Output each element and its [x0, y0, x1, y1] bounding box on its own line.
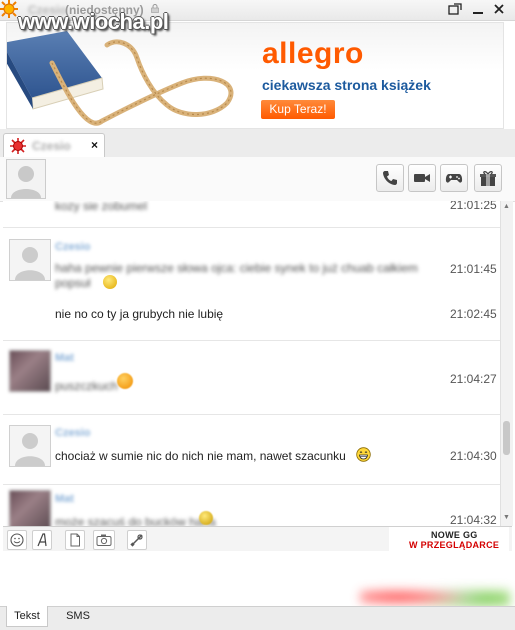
laughing-smiley-icon [356, 447, 371, 462]
promo-banner[interactable]: NOWE GG W PRZEGLĄDARCE [389, 527, 509, 551]
voice-call-button[interactable] [376, 164, 404, 192]
phone-icon [383, 171, 397, 185]
input-toolbar: NOWE GG W PRZEGLĄDARCE [3, 526, 512, 552]
message-time: 21:04:30 [450, 449, 497, 463]
minimize-button[interactable] [470, 3, 486, 17]
message-text: chociaż w sumie nic do nich nie mam, naw… [55, 449, 346, 463]
video-call-button[interactable] [408, 164, 436, 192]
tools-icon [130, 534, 143, 547]
default-avatar-icon [11, 166, 41, 198]
tab-label: Czesio [32, 139, 71, 153]
ad-buy-button[interactable]: Kup Teraz! [261, 100, 335, 119]
message-sender: Czesio [55, 427, 91, 439]
default-avatar-icon [15, 433, 45, 466]
message-sender: Mat [55, 493, 74, 505]
promo-line2: W PRZEGLĄDARCE [409, 540, 500, 550]
message-scrollbar[interactable]: ▲ ▼ [500, 201, 513, 526]
message-sender: Czesio [55, 241, 91, 253]
camera-icon [414, 174, 430, 182]
font-format-button[interactable] [32, 530, 52, 550]
smiley-icon [10, 533, 24, 547]
message-time: 21:01:25 [450, 201, 497, 212]
ad-brand-logo: allegro [262, 37, 364, 70]
message-list[interactable]: kozy sie zobumel 21:01:25 Czesio haha pe… [3, 201, 500, 526]
book-rope-illustration [7, 31, 234, 126]
contact-avatar[interactable] [6, 159, 46, 199]
scrollbar-thumb[interactable] [503, 421, 510, 455]
games-button[interactable] [440, 164, 468, 192]
smiley-icon [103, 275, 117, 289]
status-busy-icon [10, 138, 26, 154]
font-icon [37, 533, 47, 547]
message-item: Mat może szacuś do bucków haha 21:04:32 [3, 485, 500, 526]
message-time: 21:01:45 [450, 262, 497, 276]
tab-conversation[interactable]: Czesio × [3, 133, 105, 158]
message-text: kozy sie zobumel [55, 201, 148, 213]
site-watermark: www.wiocha.pl [18, 9, 169, 34]
message-time: 21:04:27 [450, 372, 497, 386]
message-text: popsuł [55, 276, 91, 290]
scroll-down-icon[interactable]: ▼ [503, 514, 510, 521]
ad-banner[interactable]: allegro ciekawsza strona książek Kup Ter… [6, 22, 504, 129]
settings-button[interactable] [127, 530, 147, 550]
message-text: puszczkuch [55, 379, 118, 393]
promo-line1: NOWE GG [431, 530, 478, 540]
send-file-button[interactable] [65, 530, 85, 550]
avatar[interactable] [9, 239, 51, 281]
tab-sms[interactable]: SMS [60, 606, 96, 626]
gift-button[interactable] [474, 164, 502, 192]
send-image-button[interactable] [93, 530, 115, 550]
detach-window-icon[interactable] [447, 3, 463, 17]
message-item: Mat puszczkuch 21:04:27 [3, 341, 500, 415]
smiley-icon [199, 511, 213, 525]
gamepad-icon [445, 174, 463, 183]
gift-icon [480, 171, 496, 186]
avatar[interactable] [9, 350, 51, 392]
contact-header [0, 157, 515, 202]
ad-tagline: ciekawsza strona książek [262, 77, 431, 93]
close-window-button[interactable] [491, 3, 507, 17]
message-time: 21:04:32 [450, 513, 497, 526]
tab-text[interactable]: Tekst [6, 606, 48, 627]
scroll-up-icon[interactable]: ▲ [503, 203, 510, 210]
message-sender: Mat [55, 352, 74, 364]
tab-close-icon[interactable]: × [91, 138, 98, 152]
file-icon [70, 533, 80, 547]
avatar[interactable] [9, 490, 51, 526]
smiley-icon [117, 373, 133, 389]
message-item: Czesio chociaż w sumie nic do nich nie m… [3, 415, 500, 485]
message-item: kozy sie zobumel 21:01:25 [3, 201, 500, 228]
avatar[interactable] [9, 425, 51, 467]
camera-icon [96, 534, 112, 546]
message-time: 21:02:45 [450, 307, 497, 321]
message-text: haha pewnie pierwsze słowa ojca: ciebie … [55, 261, 418, 275]
message-item: Czesio haha pewnie pierwsze słowa ojca: … [3, 228, 500, 341]
default-avatar-icon [15, 247, 45, 280]
emoticons-button[interactable] [7, 530, 27, 550]
message-text: nie no co ty ja grubych nie lubię [55, 307, 224, 321]
wiocha-sun-logo [0, 0, 18, 18]
message-text: może szacuś do bucków haha [55, 515, 216, 526]
